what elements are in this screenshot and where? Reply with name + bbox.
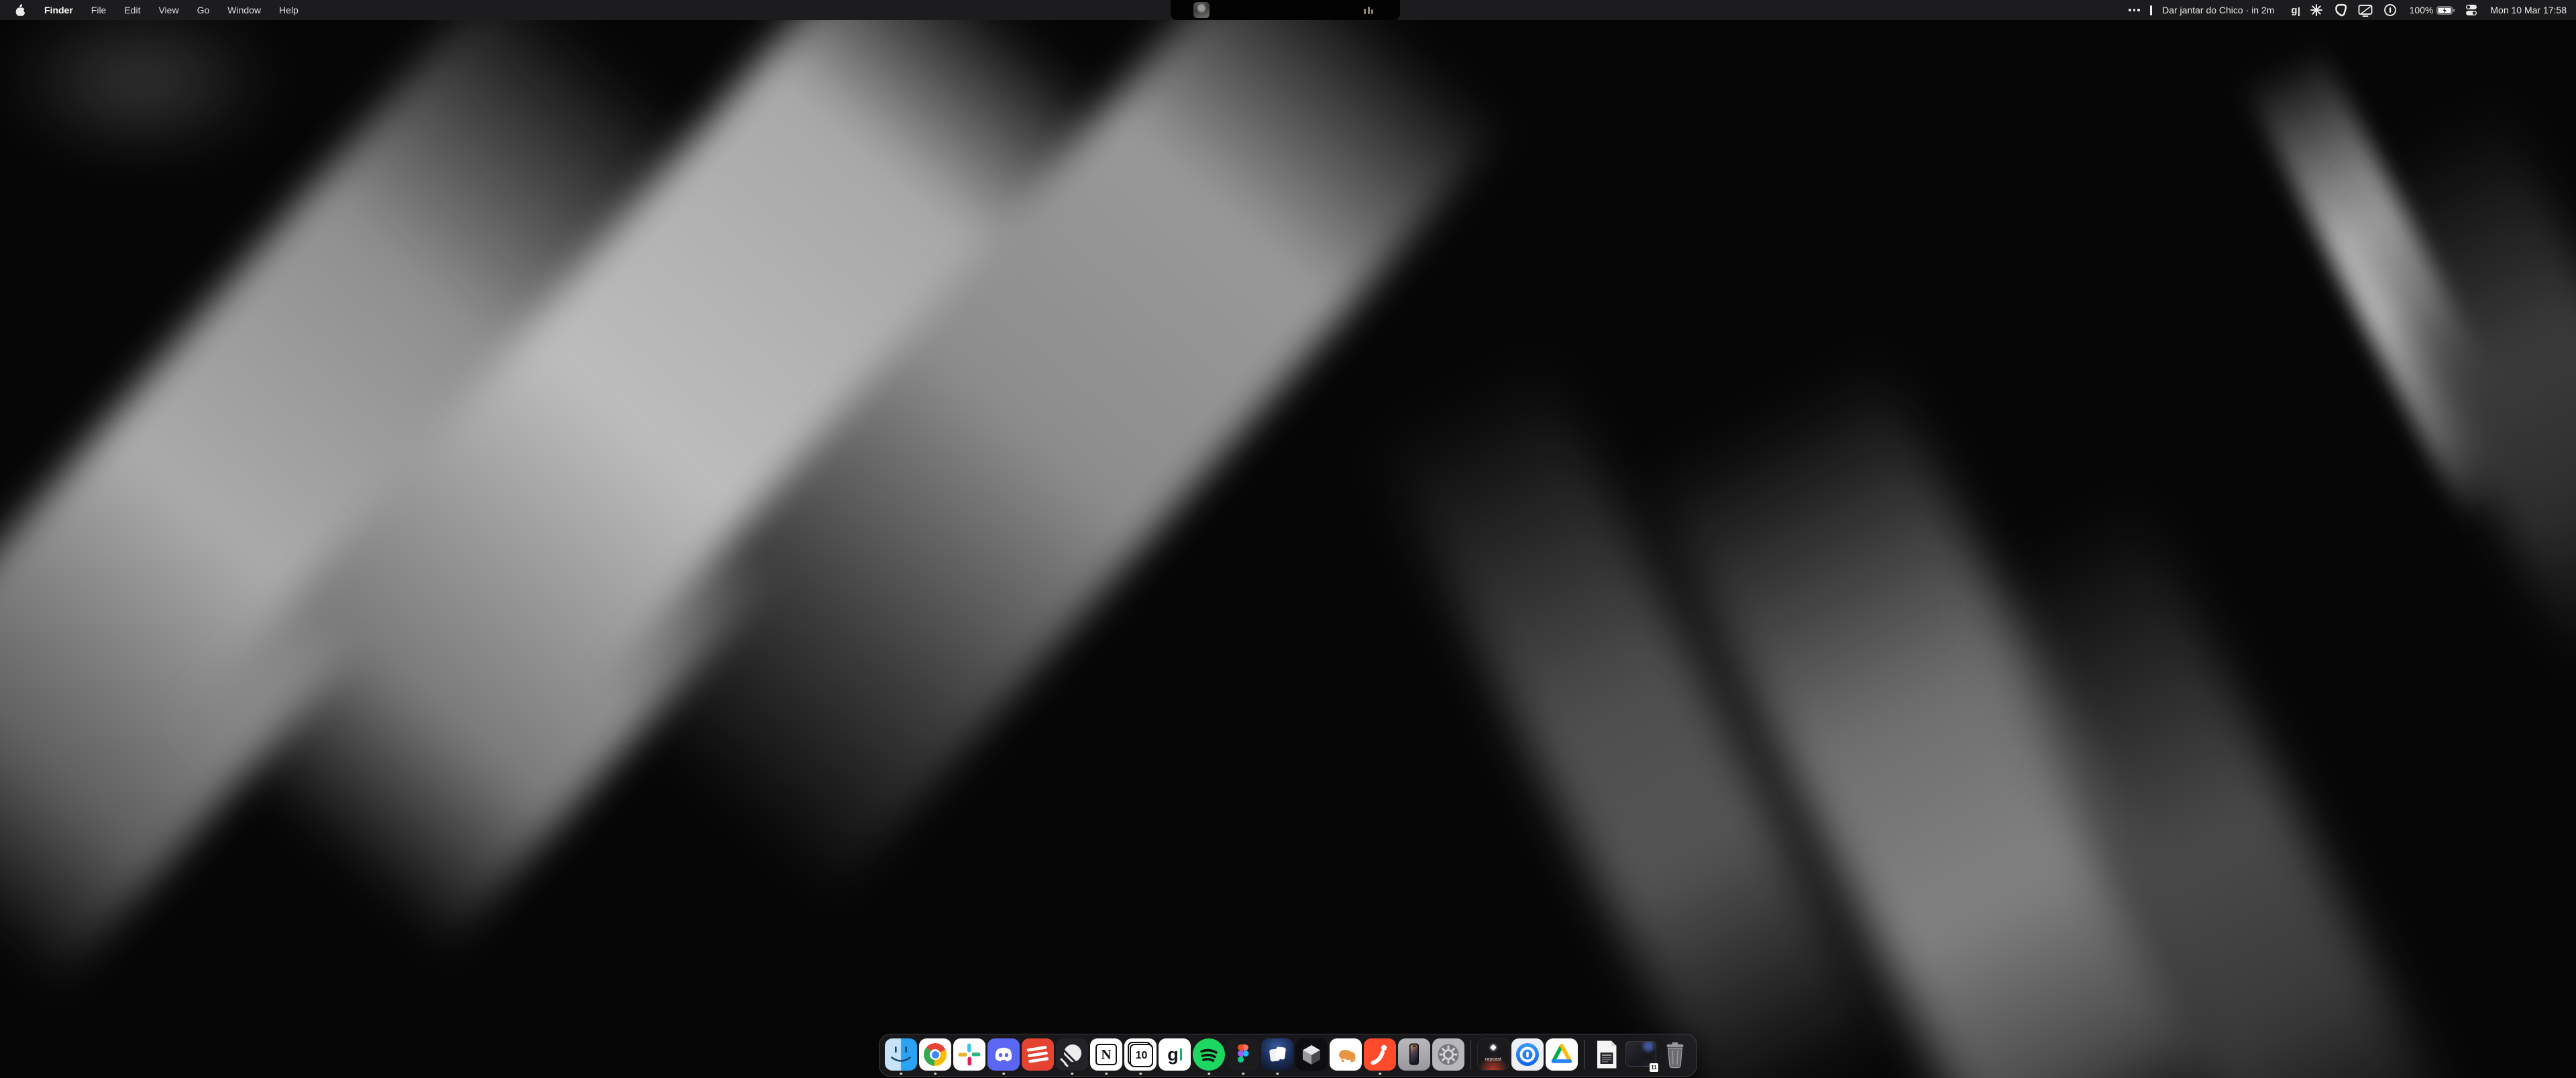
downloads-stack-icon: 11 xyxy=(1625,1038,1657,1071)
dock-item-superhuman[interactable] xyxy=(1364,1038,1396,1076)
dock-item-iphone-mirroring[interactable] xyxy=(1398,1038,1430,1076)
dock-item-google-drive[interactable] xyxy=(1546,1038,1578,1076)
raycast-icon: raycast xyxy=(1477,1038,1509,1071)
dock-item-1password[interactable] xyxy=(1511,1038,1544,1076)
blue-cards-icon xyxy=(1261,1038,1293,1071)
asterisk-menu-icon[interactable] xyxy=(2310,3,2323,17)
trash-icon xyxy=(1659,1038,1691,1071)
dock-item-downloads-stack[interactable]: 11 xyxy=(1625,1038,1657,1076)
dock-item-trash[interactable] xyxy=(1659,1038,1691,1076)
discord-icon xyxy=(987,1038,1020,1071)
todoist-icon xyxy=(1022,1038,1054,1071)
dock-divider xyxy=(1584,1040,1585,1069)
granola-icon: g xyxy=(1159,1038,1191,1071)
wallpaper-glow xyxy=(0,0,282,161)
stack-count-badge: 11 xyxy=(1649,1063,1659,1073)
dock-item-ivory[interactable] xyxy=(1330,1038,1362,1076)
chrome-icon xyxy=(919,1038,951,1071)
running-indicator xyxy=(1002,1073,1005,1075)
onepassword-menu-icon[interactable] xyxy=(2383,3,2397,17)
dock-divider xyxy=(1470,1040,1471,1069)
dock-item-striped-sphere-app[interactable] xyxy=(1056,1038,1088,1076)
running-indicator xyxy=(1242,1073,1244,1075)
more-icon[interactable] xyxy=(2129,9,2140,11)
menu-window[interactable]: Window xyxy=(227,5,261,15)
menu-view[interactable]: View xyxy=(158,5,178,15)
superhuman-icon xyxy=(1364,1038,1396,1071)
pick-shape-menu-icon[interactable] xyxy=(2333,3,2348,17)
onepassword-icon xyxy=(1511,1038,1544,1071)
menu-edit[interactable]: Edit xyxy=(124,5,140,15)
dock-item-finder[interactable] xyxy=(885,1038,917,1076)
granola-menu-icon[interactable]: g xyxy=(2291,5,2299,16)
battery-charging-icon xyxy=(2436,5,2455,15)
dock-item-notion-calendar[interactable]: 10 xyxy=(1124,1038,1157,1076)
battery-status[interactable]: 100% xyxy=(2410,5,2456,15)
app-menu-finder[interactable]: Finder xyxy=(44,5,73,15)
wallpaper-streak xyxy=(2315,70,2576,694)
running-indicator xyxy=(1379,1073,1381,1075)
desktop-wallpaper xyxy=(0,0,2576,1078)
menu-help[interactable]: Help xyxy=(279,5,299,15)
notch-media-island[interactable] xyxy=(1171,0,1400,20)
control-center-icon[interactable] xyxy=(2465,4,2477,16)
display-mirroring-menu-icon[interactable] xyxy=(2358,3,2373,17)
cursor-cube-icon xyxy=(1295,1038,1328,1071)
menu-bar-left: Finder File Edit View Go Window Help xyxy=(0,3,299,17)
menu-bar-status: Dar jantar do Chico · in 2m g xyxy=(2129,3,2576,17)
slack-icon xyxy=(953,1038,985,1071)
running-indicator xyxy=(934,1073,936,1075)
settings-gear-icon xyxy=(1432,1038,1464,1071)
dock-item-discord[interactable] xyxy=(987,1038,1020,1076)
dock-item-document-file[interactable] xyxy=(1591,1038,1623,1076)
dock-item-todoist[interactable] xyxy=(1022,1038,1054,1076)
running-indicator xyxy=(1071,1073,1073,1075)
running-indicator xyxy=(1139,1073,1142,1075)
now-playing-artwork-icon[interactable] xyxy=(1193,2,1210,18)
menu-go[interactable]: Go xyxy=(197,5,210,15)
battery-percent: 100% xyxy=(2410,5,2434,15)
event-color-bar xyxy=(2150,5,2153,15)
iphone-mirroring-icon xyxy=(1398,1038,1430,1071)
running-indicator xyxy=(900,1073,902,1075)
finder-icon xyxy=(885,1038,917,1071)
dock-item-raycast[interactable]: raycast xyxy=(1477,1038,1509,1076)
striped-sphere-icon xyxy=(1056,1038,1088,1071)
running-indicator xyxy=(1276,1073,1279,1075)
dock-item-system-settings[interactable] xyxy=(1432,1038,1464,1076)
figma-icon xyxy=(1227,1038,1259,1071)
notion-calendar-icon: 10 xyxy=(1124,1038,1157,1071)
dock-item-figma[interactable] xyxy=(1227,1038,1259,1076)
dock-item-slack[interactable] xyxy=(953,1038,985,1076)
dock-item-cursor[interactable] xyxy=(1295,1038,1328,1076)
running-indicator xyxy=(1208,1073,1210,1075)
audio-eq-bars-icon xyxy=(1364,6,1373,14)
dock-item-spotify[interactable] xyxy=(1193,1038,1225,1076)
spotify-icon xyxy=(1193,1038,1225,1071)
menu-file[interactable]: File xyxy=(91,5,107,15)
dock-item-chrome[interactable] xyxy=(919,1038,951,1076)
notion-icon: N xyxy=(1090,1038,1122,1071)
dock-item-notion[interactable]: N xyxy=(1090,1038,1122,1076)
dock-item-blue-cards-app[interactable] xyxy=(1261,1038,1293,1076)
document-file-icon xyxy=(1591,1038,1623,1071)
ivory-mammoth-icon xyxy=(1330,1038,1362,1071)
dock-item-granola[interactable]: g xyxy=(1159,1038,1191,1076)
calendar-event-text[interactable]: Dar jantar do Chico · in 2m xyxy=(2162,5,2274,15)
apple-menu-icon[interactable] xyxy=(15,3,26,17)
running-indicator xyxy=(1105,1073,1108,1075)
dock: N 10 g xyxy=(879,1034,1697,1077)
menu-bar-clock[interactable]: Mon 10 Mar 17:58 xyxy=(2490,5,2567,15)
google-drive-icon xyxy=(1546,1038,1578,1071)
